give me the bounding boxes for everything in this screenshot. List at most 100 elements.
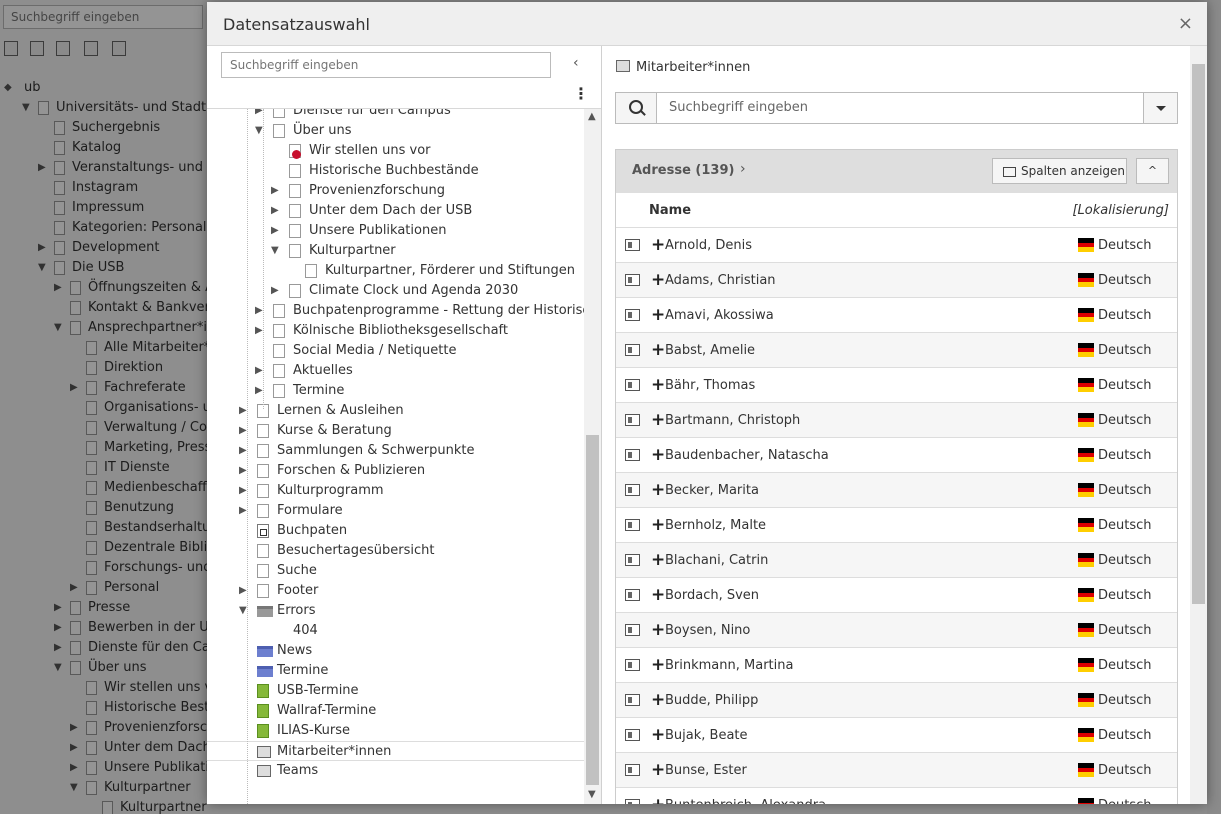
tree-item[interactable]: ILIAS-Kurse — [207, 721, 584, 741]
record-name[interactable]: Arnold, Denis — [665, 238, 752, 253]
tree-search-input[interactable] — [221, 52, 551, 78]
table-row[interactable]: + Bartmann, Christoph Deutsch — [616, 403, 1177, 438]
tree-item[interactable]: ▶ Sammlungen & Schwerpunkte — [207, 441, 584, 461]
record-name[interactable]: Amavi, Akossiwa — [665, 308, 774, 323]
collapsed-toggle-icon[interactable]: ▶ — [271, 221, 279, 241]
table-row[interactable]: + Amavi, Akossiwa Deutsch — [616, 298, 1177, 333]
table-row[interactable]: + Arnold, Denis Deutsch — [616, 228, 1177, 263]
add-icon[interactable]: + — [651, 795, 665, 804]
address-list-title[interactable]: Adresse (139) — [632, 163, 734, 178]
tree-item[interactable]: ▶ Kurse & Beratung — [207, 421, 584, 441]
show-columns-button[interactable]: Spalten anzeigen — [992, 158, 1127, 184]
contact-card-icon[interactable] — [625, 729, 640, 741]
contact-card-icon[interactable] — [625, 379, 640, 391]
add-icon[interactable]: + — [651, 270, 665, 290]
collapsed-toggle-icon[interactable]: ▶ — [239, 481, 247, 501]
table-row[interactable]: + Brinkmann, Martina Deutsch — [616, 648, 1177, 683]
add-icon[interactable]: + — [651, 515, 665, 535]
add-icon[interactable]: + — [651, 620, 665, 640]
scroll-down-icon[interactable]: ▼ — [588, 789, 596, 800]
record-name[interactable]: Baudenbacher, Natascha — [665, 448, 829, 463]
contact-card-icon[interactable] — [625, 694, 640, 706]
collapsed-toggle-icon[interactable]: ▶ — [255, 109, 263, 121]
table-row[interactable]: + Bujak, Beate Deutsch — [616, 718, 1177, 753]
scroll-up-icon[interactable]: ▲ — [588, 111, 596, 122]
contact-card-icon[interactable] — [625, 344, 640, 356]
record-name[interactable]: Babst, Amelie — [665, 343, 755, 358]
collapsed-toggle-icon[interactable]: ▶ — [239, 501, 247, 521]
tree-item[interactable]: Wallraf-Termine — [207, 701, 584, 721]
record-name[interactable]: Adams, Christian — [665, 273, 776, 288]
table-row[interactable]: + Bunse, Ester Deutsch — [616, 753, 1177, 788]
collapsed-toggle-icon[interactable]: ▶ — [239, 421, 247, 441]
table-row[interactable]: + Bordach, Sven Deutsch — [616, 578, 1177, 613]
record-name[interactable]: Brinkmann, Martina — [665, 658, 793, 673]
table-row[interactable]: + Becker, Marita Deutsch — [616, 473, 1177, 508]
more-options-icon[interactable]: ⋮ — [573, 86, 589, 102]
close-icon[interactable]: × — [1178, 13, 1193, 34]
table-row[interactable]: + Budde, Philipp Deutsch — [616, 683, 1177, 718]
collapse-list-button[interactable]: ^ — [1136, 158, 1169, 184]
add-icon[interactable]: + — [651, 690, 665, 710]
search-icon[interactable] — [616, 93, 657, 123]
collapsed-toggle-icon[interactable]: ▶ — [255, 361, 263, 381]
collapsed-toggle-icon[interactable]: ▶ — [239, 401, 247, 421]
contact-card-icon[interactable] — [625, 519, 640, 531]
record-name[interactable]: Bartmann, Christoph — [665, 413, 800, 428]
collapsed-toggle-icon[interactable]: ▶ — [239, 441, 247, 461]
chevron-right-icon[interactable]: › — [740, 161, 746, 177]
contact-card-icon[interactable] — [625, 799, 640, 804]
collapse-tree-icon[interactable]: ‹ — [573, 55, 579, 71]
tree-item[interactable]: USB-Termine — [207, 681, 584, 701]
record-name[interactable]: Bujak, Beate — [665, 728, 748, 743]
tree-item[interactable]: ▼ Errors — [207, 601, 584, 621]
record-name[interactable]: Bordach, Sven — [665, 588, 759, 603]
add-icon[interactable]: + — [651, 445, 665, 465]
contact-card-icon[interactable] — [625, 414, 640, 426]
tree-item[interactable]: Termine — [207, 661, 584, 681]
tree-item[interactable]: Suche — [207, 561, 584, 581]
column-name[interactable]: Name — [649, 203, 691, 218]
add-icon[interactable]: + — [651, 375, 665, 395]
collapsed-toggle-icon[interactable]: ▶ — [239, 581, 247, 601]
add-icon[interactable]: + — [651, 585, 665, 605]
add-icon[interactable]: + — [651, 340, 665, 360]
add-icon[interactable]: + — [651, 760, 665, 780]
expanded-toggle-icon[interactable]: ▼ — [271, 241, 279, 261]
contact-card-icon[interactable] — [625, 484, 640, 496]
tree-item[interactable]: 404 — [207, 621, 584, 641]
search-options-dropdown[interactable] — [1143, 93, 1177, 123]
table-row[interactable]: + Bernholz, Malte Deutsch — [616, 508, 1177, 543]
record-name[interactable]: Becker, Marita — [665, 483, 759, 498]
tree-item[interactable]: Teams — [207, 761, 584, 781]
contact-card-icon[interactable] — [625, 659, 640, 671]
add-icon[interactable]: + — [651, 480, 665, 500]
contact-card-icon[interactable] — [625, 239, 640, 251]
tree-item[interactable]: Buchpaten — [207, 521, 584, 541]
add-icon[interactable]: + — [651, 410, 665, 430]
expanded-toggle-icon[interactable]: ▼ — [255, 121, 263, 141]
tree-item[interactable]: News — [207, 641, 584, 661]
tree-item-selected[interactable]: Mitarbeiter*innen — [207, 741, 584, 761]
table-row[interactable]: +Buntenbreich, Alexandra Deutsch — [616, 788, 1177, 804]
table-row[interactable]: + Baudenbacher, Natascha Deutsch — [616, 438, 1177, 473]
table-row[interactable]: + Boysen, Nino Deutsch — [616, 613, 1177, 648]
table-row[interactable]: + Adams, Christian Deutsch — [616, 263, 1177, 298]
collapsed-toggle-icon[interactable]: ▶ — [271, 181, 279, 201]
add-icon[interactable]: + — [651, 235, 665, 255]
table-row[interactable]: + Bähr, Thomas Deutsch — [616, 368, 1177, 403]
tree-item[interactable]: ▶ Formulare — [207, 501, 584, 521]
add-icon[interactable]: + — [651, 550, 665, 570]
contact-card-icon[interactable] — [625, 274, 640, 286]
record-name[interactable]: Bernholz, Malte — [665, 518, 766, 533]
collapsed-toggle-icon[interactable]: ▶ — [271, 281, 279, 301]
add-icon[interactable]: + — [651, 725, 665, 745]
record-list-scrollbar-thumb[interactable] — [1192, 64, 1205, 604]
contact-card-icon[interactable] — [625, 624, 640, 636]
tree-item[interactable]: ▶ Footer — [207, 581, 584, 601]
collapsed-toggle-icon[interactable]: ▶ — [271, 201, 279, 221]
contact-card-icon[interactable] — [625, 309, 640, 321]
record-name[interactable]: Buntenbreich, Alexandra — [665, 798, 826, 804]
collapsed-toggle-icon[interactable]: ▶ — [255, 321, 263, 341]
table-row[interactable]: + Babst, Amelie Deutsch — [616, 333, 1177, 368]
